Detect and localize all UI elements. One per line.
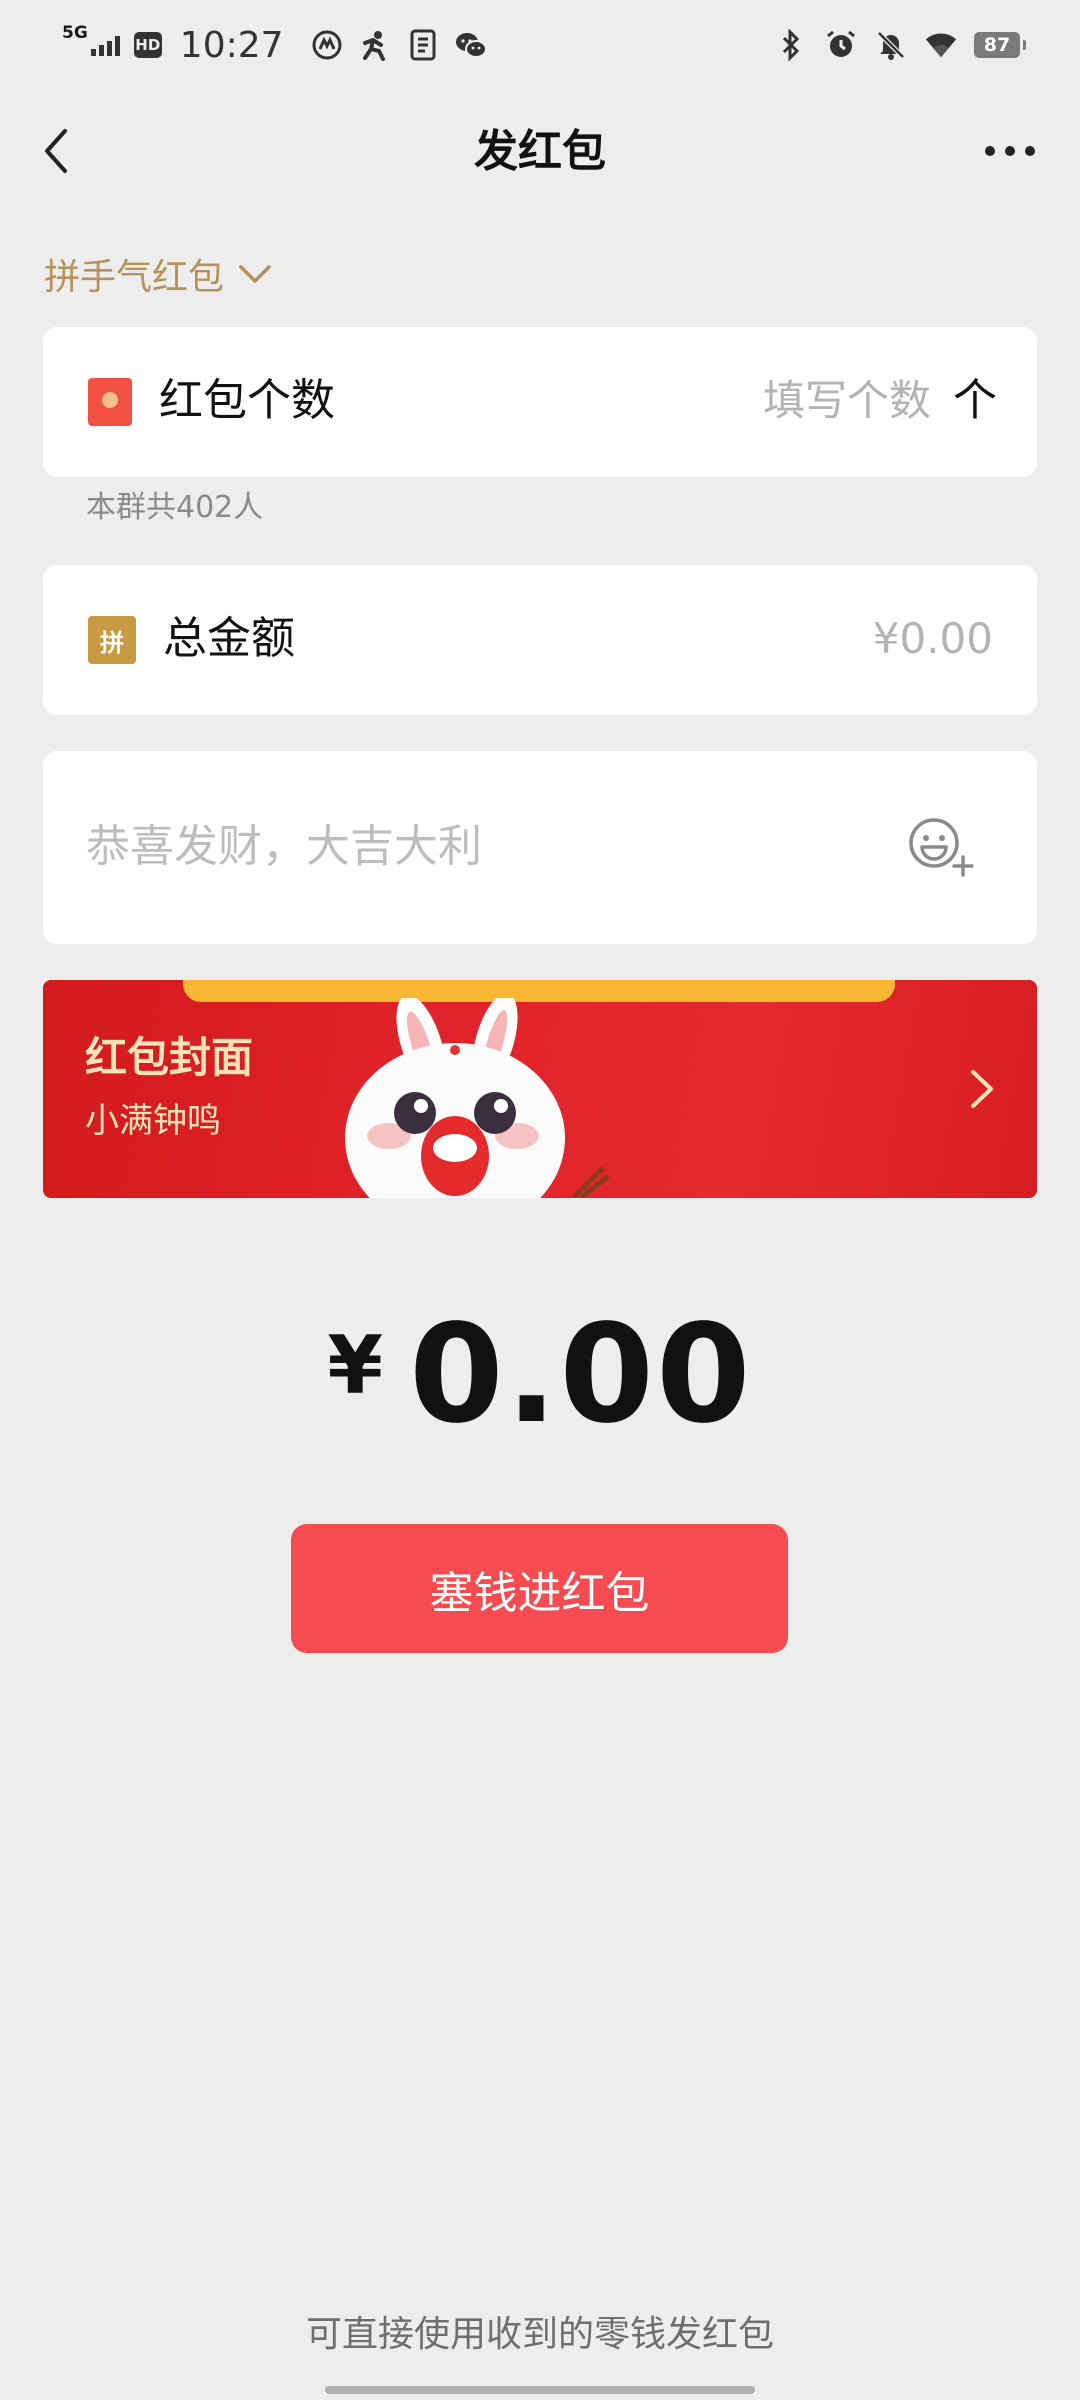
packet-count-row[interactable]: 红包个数 填写个数 个 xyxy=(43,327,1037,477)
wechat-icon xyxy=(454,28,488,62)
total-amount-label: 总金额 xyxy=(163,613,295,664)
chevron-down-icon xyxy=(239,265,271,283)
packet-count-unit: 个 xyxy=(953,375,997,426)
badge-icon xyxy=(310,28,344,62)
emoji-button[interactable] xyxy=(907,815,977,877)
total-amount-value: 0.00 xyxy=(409,1296,753,1454)
status-bar: 5G HD 10:27 87 xyxy=(0,0,1080,90)
greeting-input[interactable]: 恭喜发财，大吉大利 xyxy=(86,817,482,877)
rabbit-illustration xyxy=(345,998,610,1198)
packet-count-input[interactable]: 填写个数 xyxy=(763,371,931,431)
page-title: 发红包 xyxy=(474,126,606,177)
packet-type-label: 拼手气红包 xyxy=(44,257,225,298)
sim-icon xyxy=(406,28,440,62)
total-amount-display: ¥ 0.00 xyxy=(0,1300,1080,1450)
footer-note: 可直接使用收到的零钱发红包 xyxy=(305,2314,774,2355)
runner-icon xyxy=(358,28,392,62)
alarm-icon xyxy=(824,28,858,62)
bluetooth-icon xyxy=(774,28,808,62)
red-packet-icon xyxy=(88,378,132,426)
home-indicator[interactable] xyxy=(325,2386,755,2394)
network-indicator: 5G xyxy=(62,24,120,56)
emoji-add-icon xyxy=(909,818,974,877)
wifi-icon xyxy=(924,28,958,62)
total-amount-input[interactable]: ¥0.00 xyxy=(873,609,993,669)
chevron-right-icon xyxy=(971,1070,993,1108)
status-right: 87 xyxy=(774,20,1026,70)
status-left: 5G HD 10:27 xyxy=(62,18,488,72)
put-money-button[interactable]: 塞钱进红包 xyxy=(291,1524,788,1653)
more-button[interactable] xyxy=(970,126,1050,176)
network-type: 5G xyxy=(62,23,88,43)
greeting-row[interactable]: 恭喜发财，大吉大利 xyxy=(43,751,1037,944)
pin-icon: 拼 xyxy=(88,616,136,664)
packet-count-input-group: 填写个数 个 xyxy=(763,371,997,431)
packet-type-switch[interactable]: 拼手气红包 xyxy=(44,246,272,302)
status-time: 10:27 xyxy=(179,24,284,66)
mute-icon xyxy=(874,28,908,62)
battery-icon: 87 xyxy=(974,32,1026,58)
total-amount-row[interactable]: 拼 总金额 ¥0.00 xyxy=(43,565,1037,715)
packet-cover-banner[interactable]: 红包封面 小满钟鸣 xyxy=(43,980,1037,1198)
currency-symbol: ¥ xyxy=(327,1319,384,1412)
cover-title: 红包封面 xyxy=(85,1033,254,1082)
more-dots-icon xyxy=(985,146,995,156)
hd-badge: HD xyxy=(133,32,162,58)
signal-icon xyxy=(90,34,120,56)
cover-subtitle: 小满钟鸣 xyxy=(85,1101,221,1141)
packet-count-label: 红包个数 xyxy=(159,375,335,426)
group-member-hint: 本群共402人 xyxy=(86,490,264,525)
